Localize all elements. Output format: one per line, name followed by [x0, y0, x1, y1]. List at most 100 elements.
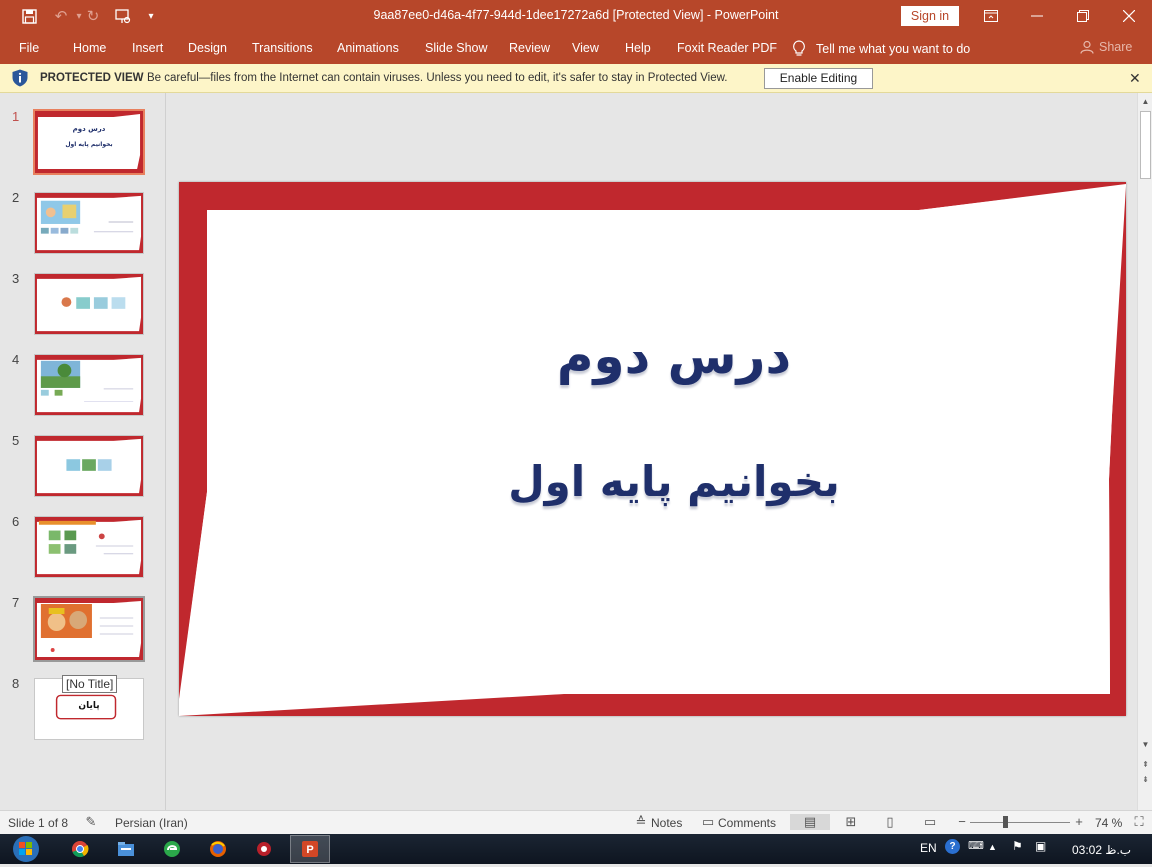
status-bar: Slide 1 of 8 ✎ Persian (Iran) ≙ Notes ▭ …: [0, 810, 1152, 834]
protected-view-message: Be careful—files from the Internet can c…: [147, 72, 728, 84]
zoom-out-icon[interactable]: −: [953, 814, 971, 830]
svg-text:P: P: [306, 844, 313, 856]
system-tray: EN ? ⌨ ▲ ⚑ ▣: [920, 839, 1046, 855]
slide-title[interactable]: درس دوم: [354, 327, 994, 385]
tab-foxit-reader-pdf[interactable]: Foxit Reader PDF: [677, 41, 777, 55]
normal-view-icon[interactable]: ▤: [790, 814, 830, 830]
file-explorer-icon[interactable]: [106, 835, 146, 863]
slide-thumbnail-4[interactable]: [34, 354, 144, 416]
tab-file[interactable]: File: [19, 41, 39, 55]
slide-thumbnail-2[interactable]: [34, 192, 144, 254]
help-tray-icon[interactable]: ?: [945, 839, 960, 854]
slide-sorter-icon[interactable]: ⊞: [842, 814, 860, 830]
slide-number-6: 6: [12, 514, 20, 529]
close-icon[interactable]: [1106, 0, 1152, 32]
start-from-beginning-icon[interactable]: [112, 6, 134, 26]
tab-animations[interactable]: Animations: [337, 41, 399, 55]
thumbnail-tooltip: [No Title]: [62, 675, 118, 693]
zoom-slider-knob[interactable]: [1003, 816, 1008, 828]
comments-button[interactable]: Comments: [718, 816, 776, 830]
language-indicator[interactable]: Persian (Iran): [115, 816, 188, 830]
share-label: Share: [1099, 40, 1133, 54]
slide-red-frame: [179, 182, 1126, 716]
slide-number-4: 4: [12, 352, 20, 367]
tell-me-search[interactable]: Tell me what you want to do: [792, 40, 970, 57]
slide-thumbnail-3[interactable]: [34, 273, 144, 335]
slide-number-3: 3: [12, 271, 20, 286]
chrome-icon[interactable]: [60, 835, 100, 863]
tab-insert[interactable]: Insert: [132, 41, 163, 55]
scrollbar-thumb[interactable]: [1140, 111, 1151, 179]
vertical-scrollbar[interactable]: ▲ ▼ ⇞ ⇟: [1137, 93, 1152, 810]
reading-view-icon[interactable]: ▯: [881, 814, 899, 830]
system-clock[interactable]: 03:02 ب.ظ: [1072, 843, 1131, 857]
zoom-in-icon[interactable]: +: [1070, 814, 1088, 830]
minimize-icon[interactable]: [1014, 0, 1060, 32]
tab-review[interactable]: Review: [509, 41, 550, 55]
slide-show-icon[interactable]: ▭: [921, 814, 939, 830]
thumbnail-1-title: درس دوم: [72, 125, 106, 133]
slide-subtitle[interactable]: بخوانیم پایه اول: [354, 457, 994, 506]
slide-number-7: 7: [12, 595, 20, 610]
scroll-down-arrow-icon[interactable]: ▼: [1138, 738, 1152, 752]
customize-toolbar-icon[interactable]: ▾: [140, 6, 162, 26]
shield-info-icon: [12, 69, 28, 87]
app-red-icon[interactable]: [244, 835, 284, 863]
close-protected-view-icon[interactable]: ✕: [1129, 70, 1141, 87]
start-button[interactable]: [8, 834, 44, 864]
slide-editing-area[interactable]: درس دوم بخوانیم پایه اول: [167, 93, 1137, 810]
firefox-icon[interactable]: [198, 835, 238, 863]
previous-slide-icon[interactable]: ⇞: [1138, 758, 1152, 772]
network-icon[interactable]: ▣: [1035, 839, 1046, 853]
tab-home[interactable]: Home: [73, 41, 106, 55]
slide-thumbnail-1[interactable]: درس دوم بخوانیم پایه اول: [33, 109, 145, 175]
tab-transitions[interactable]: Transitions: [252, 41, 313, 55]
notes-button[interactable]: Notes: [651, 816, 682, 830]
action-center-flag-icon[interactable]: ⚑: [1012, 839, 1023, 853]
comments-icon: ▭: [701, 814, 715, 829]
slide-thumbnail-5[interactable]: [34, 435, 144, 497]
ribbon-display-options-icon[interactable]: [968, 0, 1014, 32]
enable-editing-button[interactable]: Enable Editing: [764, 68, 873, 89]
zoom-slider[interactable]: [970, 822, 1070, 823]
spelling-check-icon[interactable]: ✎: [82, 814, 100, 830]
tab-help[interactable]: Help: [625, 41, 651, 55]
scroll-up-arrow-icon[interactable]: ▲: [1138, 95, 1152, 109]
restore-icon[interactable]: [1060, 0, 1106, 32]
title-bar: ↶ ▾ ↻ ▾ 9aa87ee0-d46a-4f77-944d-1dee1727…: [0, 0, 1152, 33]
person-icon: [1080, 40, 1094, 54]
share-button[interactable]: Share: [1080, 40, 1132, 54]
show-hidden-icons-icon[interactable]: ▲: [988, 842, 997, 852]
slide-counter: Slide 1 of 8: [8, 816, 69, 830]
protected-view-title: PROTECTED VIEW: [40, 72, 144, 84]
edge-icon[interactable]: [152, 835, 192, 863]
thumbnail-1-subtitle: بخوانیم پایه اول: [65, 141, 113, 148]
fit-slide-icon[interactable]: ⛶: [1130, 814, 1148, 830]
sign-in-button[interactable]: Sign in: [901, 6, 959, 26]
slide-number-1: 1: [12, 109, 20, 124]
slide-number-8: 8: [12, 676, 20, 691]
lightbulb-icon: [793, 40, 805, 56]
ribbon-tabs: File Home Insert Design Transitions Anim…: [0, 33, 1152, 64]
slide-thumbnail-pane[interactable]: 1 درس دوم بخوانیم پایه اول 2 3 4 5 6 7 8…: [0, 93, 166, 810]
tab-slide-show[interactable]: Slide Show: [425, 41, 488, 55]
thumbnail-8-text: پایان: [78, 701, 100, 711]
input-language[interactable]: EN: [920, 841, 937, 855]
tell-me-label: Tell me what you want to do: [816, 41, 971, 56]
zoom-level[interactable]: 74 %: [1095, 816, 1122, 830]
save-icon[interactable]: [18, 6, 40, 26]
slide-number-5: 5: [12, 433, 20, 448]
notes-icon: ≙: [635, 814, 647, 829]
redo-icon[interactable]: ↻: [82, 6, 104, 26]
powerpoint-taskbar-icon[interactable]: P: [290, 835, 330, 863]
slide-number-2: 2: [12, 190, 20, 205]
current-slide[interactable]: درس دوم بخوانیم پایه اول: [179, 182, 1126, 716]
slide-thumbnail-6[interactable]: [34, 516, 144, 578]
protected-view-bar: PROTECTED VIEW Be careful—files from the…: [0, 64, 1152, 93]
slide-thumbnail-7[interactable]: [33, 596, 145, 662]
keyboard-tray-icon[interactable]: ⌨: [968, 839, 984, 852]
next-slide-icon[interactable]: ⇟: [1138, 773, 1152, 787]
windows-taskbar: P EN ? ⌨ ▲ ⚑ ▣ 03:02 ب.ظ: [0, 834, 1152, 864]
tab-design[interactable]: Design: [188, 41, 227, 55]
tab-view[interactable]: View: [572, 41, 599, 55]
